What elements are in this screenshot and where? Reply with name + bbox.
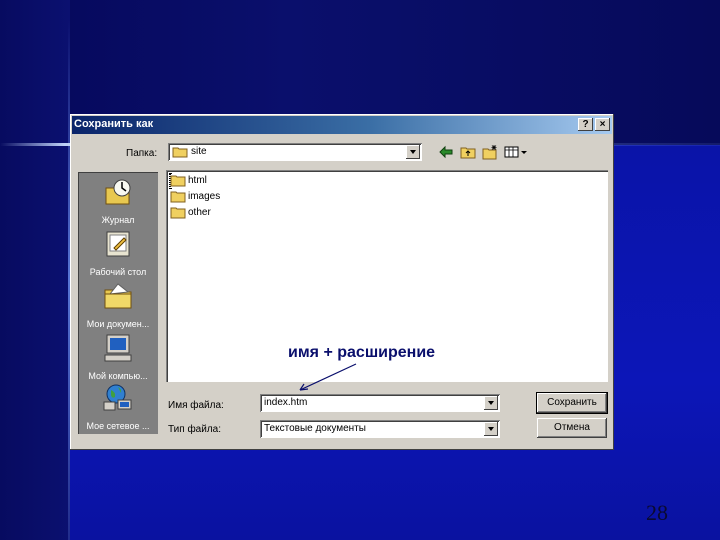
filename-input[interactable]: index.htm	[260, 394, 500, 412]
folder-label: Папка:	[126, 148, 158, 159]
filetype-label: Тип файла:	[168, 424, 221, 435]
chevron-down-icon[interactable]	[484, 396, 498, 410]
place-desktop[interactable]: Рабочий стол	[78, 228, 158, 277]
view-menu-icon[interactable]	[504, 144, 528, 160]
folder-value: site	[191, 146, 207, 157]
chevron-down-icon[interactable]	[406, 145, 420, 159]
place-history[interactable]: Журнал	[78, 176, 158, 225]
window-title: Сохранить как	[74, 118, 154, 130]
folder-icon	[170, 191, 186, 203]
place-network[interactable]: Мое сетевое ...	[78, 382, 158, 431]
folder-icon	[172, 147, 188, 158]
chevron-down-icon[interactable]	[484, 422, 498, 436]
slide-number: 28	[646, 500, 668, 525]
filetype-select[interactable]: Текстовые документы	[260, 420, 500, 438]
place-label: Мои докумен...	[86, 319, 150, 329]
filename-value: index.htm	[264, 397, 308, 408]
places-bar: Журнал Рабочий стол Мои докумен... Мой к…	[78, 172, 158, 434]
slide-background-left	[0, 0, 70, 540]
file-name: images	[188, 191, 221, 202]
help-button[interactable]: ?	[578, 118, 593, 131]
file-name: other	[188, 207, 211, 218]
place-label: Журнал	[101, 215, 135, 225]
my-computer-icon	[104, 334, 132, 362]
cancel-button[interactable]: Отмена	[537, 418, 607, 438]
history-icon	[105, 179, 131, 205]
network-icon	[103, 384, 132, 411]
my-documents-icon	[104, 283, 132, 309]
filename-label: Имя файла:	[168, 400, 224, 411]
new-folder-icon[interactable]	[482, 144, 498, 160]
annotation-arrow-icon	[299, 363, 357, 391]
filetype-value: Текстовые документы	[264, 423, 366, 434]
place-my-computer[interactable]: Мой компью...	[78, 332, 158, 381]
up-folder-icon[interactable]	[460, 144, 476, 160]
place-my-documents[interactable]: Мои докумен...	[78, 280, 158, 329]
close-button[interactable]: ×	[595, 118, 610, 131]
place-label: Рабочий стол	[89, 267, 147, 277]
save-button[interactable]: Сохранить	[536, 392, 608, 414]
title-bar[interactable]: Сохранить как ? ×	[72, 116, 612, 134]
folder-icon	[170, 175, 186, 187]
desktop-icon	[106, 231, 130, 257]
folder-icon	[170, 207, 186, 219]
place-label: Мое сетевое ...	[86, 421, 150, 431]
place-label: Мой компью...	[88, 371, 148, 381]
file-name: html	[188, 175, 207, 186]
back-arrow-icon[interactable]	[438, 144, 454, 160]
save-as-dialog: Сохранить как ? × Папка: site Журнал Раб…	[70, 114, 614, 450]
folder-select[interactable]: site	[168, 143, 422, 161]
